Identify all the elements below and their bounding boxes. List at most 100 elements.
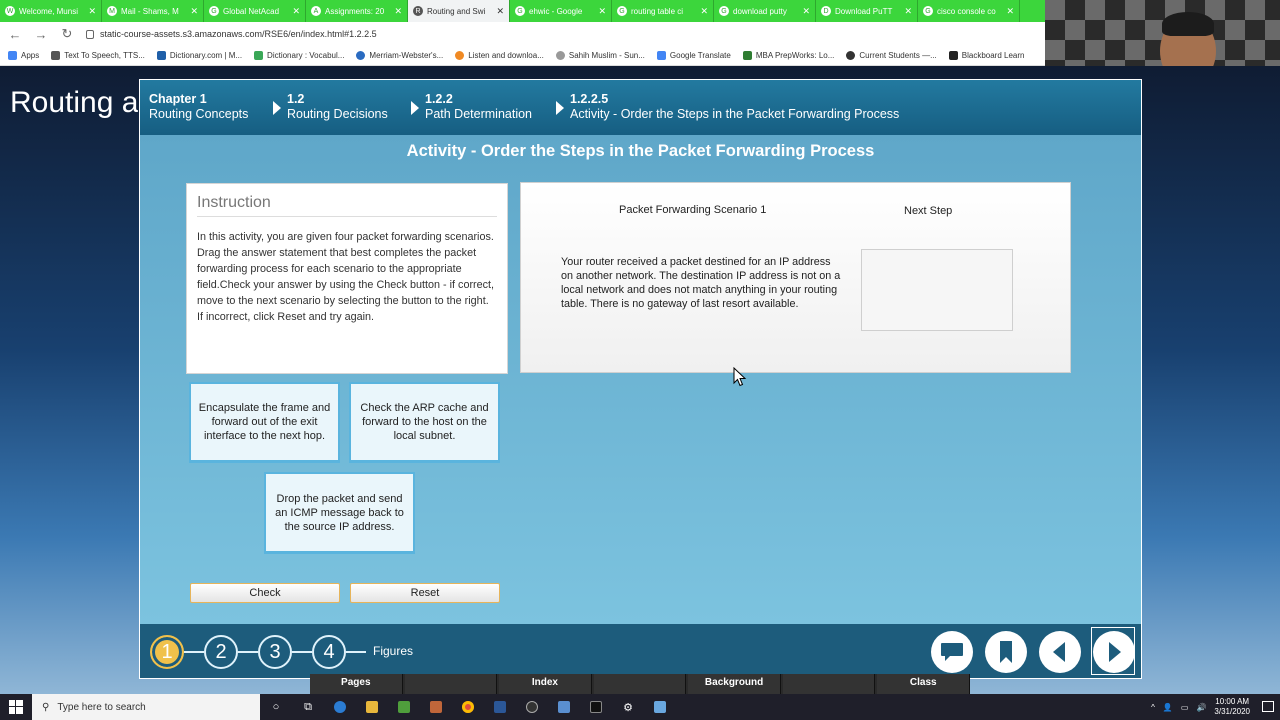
start-button[interactable]	[0, 694, 32, 720]
store-icon[interactable]	[388, 694, 420, 720]
bookmark-item[interactable]: Sahih Muslim - Sun...	[555, 51, 645, 60]
breadcrumb-number: 1.2.2.5	[570, 92, 609, 106]
bookmark-label: Text To Speech, TTS...	[64, 51, 145, 60]
answer-text: Drop the packet and send an ICMP message…	[275, 492, 404, 533]
network-icon[interactable]: ▭	[1181, 703, 1189, 712]
forward-arrow-icon[interactable]: →	[34, 27, 48, 42]
bookmark-label: Dictionary.com | M...	[169, 51, 243, 60]
volume-icon[interactable]: 🔊	[1196, 703, 1206, 712]
browser-tab[interactable]: D Download PuTT ✕	[816, 0, 918, 22]
answer-card-encapsulate[interactable]: Encapsulate the frame and forward out of…	[189, 382, 340, 463]
scenario-panel: Packet Forwarding Scenario 1 Next Step Y…	[520, 182, 1071, 373]
network-app-icon[interactable]	[548, 694, 580, 720]
close-icon[interactable]: ✕	[598, 6, 606, 17]
bookmark-label: Blackboard Learn	[961, 51, 1025, 60]
bookmark-item[interactable]: Blackboard Learn	[948, 51, 1025, 60]
edge-icon[interactable]	[324, 694, 356, 720]
bookmark-item[interactable]: Current Students —...	[846, 51, 937, 60]
tab-favicon-icon: G	[923, 6, 933, 16]
close-icon[interactable]: ✕	[496, 6, 504, 17]
bookmark-item[interactable]: MBA PrepWorks: Lo...	[742, 51, 835, 60]
breadcrumb-label: Path Determination	[425, 107, 533, 121]
bookmark-item[interactable]: Google Translate	[656, 51, 731, 60]
reset-button[interactable]: Reset	[350, 583, 500, 603]
next-step-drop-zone[interactable]	[861, 249, 1013, 331]
next-arrow-icon[interactable]	[1093, 631, 1135, 673]
cortana-icon[interactable]: ○	[260, 694, 292, 720]
close-icon[interactable]: ✕	[394, 6, 402, 17]
clock[interactable]: 10:00 AM 3/31/2020	[1214, 697, 1250, 717]
url-input[interactable]: static-course-assets.s3.amazonaws.com/RS…	[86, 24, 1045, 44]
bookmark-label: Listen and downloa...	[468, 51, 544, 60]
breadcrumb-subsection[interactable]: 1.2.2 Path Determination	[425, 92, 532, 122]
step-button-2[interactable]: 2	[204, 635, 238, 669]
media-player-icon[interactable]	[420, 694, 452, 720]
browser-tab[interactable]: Gcisco console co ✕	[918, 0, 1020, 22]
scenario-text: Your router received a packet destined f…	[561, 256, 841, 310]
user-icon[interactable]: 👤	[1163, 703, 1173, 712]
close-icon[interactable]: ✕	[904, 6, 912, 17]
browser-tab[interactable]: Gehwic - Google ✕	[510, 0, 612, 22]
step-button-3[interactable]: 3	[258, 635, 292, 669]
previous-arrow-icon[interactable]	[1039, 631, 1081, 673]
tab-label: Mail - Shams, M	[121, 6, 179, 16]
bookmark-favicon-icon	[254, 51, 264, 60]
file-explorer-icon[interactable]	[356, 694, 388, 720]
step-button-4[interactable]: 4	[312, 635, 346, 669]
close-icon[interactable]: ✕	[700, 6, 708, 17]
answer-card-arp[interactable]: Check the ARP cache and forward to the h…	[349, 382, 500, 463]
browser-tab[interactable]: W Welcome, Munsi ✕	[0, 0, 102, 22]
bookmark-item[interactable]: Listen and downloa...	[455, 51, 544, 60]
step-button-1[interactable]: 1	[150, 635, 184, 669]
bookmark-item[interactable]: Dictionary : Vocabul...	[254, 51, 344, 60]
obs-icon[interactable]	[516, 694, 548, 720]
bookmark-item[interactable]: Merriam-Webster's...	[356, 51, 443, 60]
bookmark-icon[interactable]	[985, 631, 1027, 673]
browser-tab[interactable]: G Global NetAcad ✕	[204, 0, 306, 22]
close-icon[interactable]: ✕	[292, 6, 300, 17]
answer-card-drop[interactable]: Drop the packet and send an ICMP message…	[264, 472, 415, 554]
breadcrumb-activity[interactable]: 1.2.2.5 Activity - Order the Steps in th…	[570, 92, 899, 122]
breadcrumb-label: Activity - Order the Steps in the Packet…	[570, 107, 900, 121]
close-icon[interactable]: ✕	[1006, 6, 1014, 17]
bookmark-label: Sahih Muslim - Sun...	[568, 51, 645, 60]
tab-favicon-icon: W	[5, 6, 15, 16]
bookmark-label: MBA PrepWorks: Lo...	[755, 51, 835, 60]
app-window-icon[interactable]	[644, 694, 676, 720]
bookmark-apps[interactable]: Apps	[8, 51, 39, 60]
word-icon[interactable]	[484, 694, 516, 720]
bookmark-item[interactable]: Text To Speech, TTS...	[51, 51, 145, 60]
taskbar-search-input[interactable]: ⚲ Type here to search	[32, 694, 260, 720]
notification-icon[interactable]	[1262, 701, 1274, 712]
browser-tab[interactable]: A Assignments: 20 ✕	[306, 0, 408, 22]
bookmarks-bar: Apps Text To Speech, TTS... Dictionary.c…	[0, 46, 1045, 66]
breadcrumb-section[interactable]: 1.2 Routing Decisions	[287, 92, 388, 122]
browser-tab[interactable]: Grouting table ci ✕	[612, 0, 714, 22]
bookmark-item[interactable]: Dictionary.com | M...	[156, 51, 243, 60]
close-icon[interactable]: ✕	[88, 6, 96, 17]
apps-grid-icon	[8, 51, 17, 60]
tab-label: ehwic - Google	[529, 6, 583, 16]
chrome-icon[interactable]	[452, 694, 484, 720]
bookmark-favicon-icon	[156, 51, 166, 60]
course-footer: 1 2 3 4 Figures	[140, 624, 1141, 678]
comment-icon[interactable]	[931, 631, 973, 673]
close-icon[interactable]: ✕	[802, 6, 810, 17]
breadcrumb-chapter[interactable]: Chapter 1 Routing Concepts	[149, 92, 248, 122]
url-text: static-course-assets.s3.amazonaws.com/RS…	[100, 29, 377, 39]
terminal-icon[interactable]	[580, 694, 612, 720]
tab-favicon-icon: G	[515, 6, 525, 16]
close-icon[interactable]: ✕	[190, 6, 198, 17]
answer-text: Check the ARP cache and forward to the h…	[360, 402, 489, 442]
chevron-up-icon[interactable]: ^	[1151, 703, 1155, 712]
settings-gear-icon[interactable]: ⚙	[612, 694, 644, 720]
check-button[interactable]: Check	[190, 583, 340, 603]
browser-tab[interactable]: M Mail - Shams, M ✕	[102, 0, 204, 22]
browser-tab-active[interactable]: R Routing and Swi ✕	[408, 0, 510, 22]
course-window: Chapter 1 Routing Concepts 1.2 Routing D…	[139, 79, 1142, 679]
task-view-icon[interactable]: ⧉	[292, 694, 324, 720]
figures-label[interactable]: Figures	[373, 644, 413, 658]
browser-tab[interactable]: Gdownload putty ✕	[714, 0, 816, 22]
back-arrow-icon[interactable]: ←	[8, 27, 22, 42]
reload-icon[interactable]: ↻	[60, 26, 74, 42]
